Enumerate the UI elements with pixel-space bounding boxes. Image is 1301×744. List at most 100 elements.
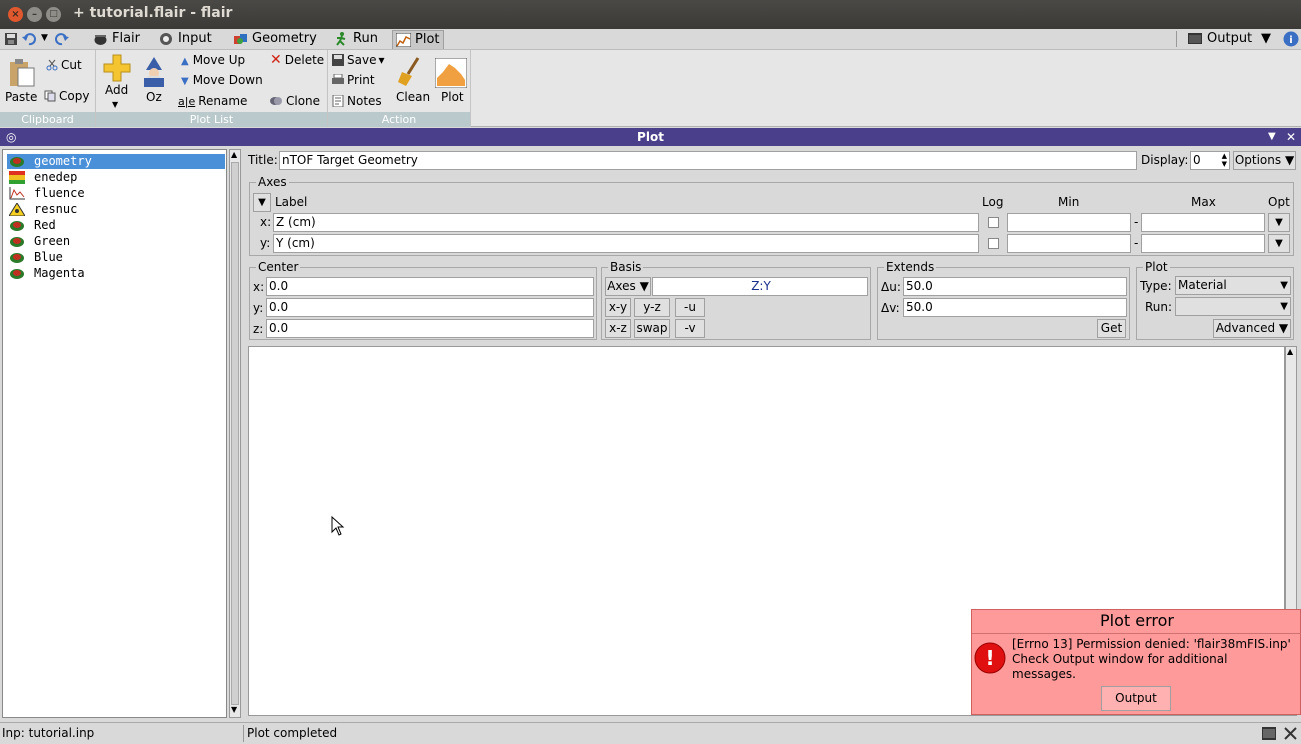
- extends-get-button[interactable]: Get: [1097, 319, 1126, 338]
- axis-y-label-input[interactable]: Y (cm): [273, 234, 979, 253]
- axis-x-opt-button[interactable]: ▼: [1268, 213, 1290, 232]
- clipboard-group-label: Clipboard: [0, 112, 95, 127]
- tab-input[interactable]: Input: [156, 30, 216, 49]
- plot-list-scrollbar[interactable]: ▲ ▼: [229, 149, 241, 718]
- plot-button[interactable]: Plot: [441, 90, 464, 104]
- scroll-down-icon[interactable]: ▼: [231, 705, 237, 714]
- scroll-thumb[interactable]: [231, 162, 239, 705]
- canvas-scroll-up-icon[interactable]: ▲: [1287, 347, 1293, 356]
- center-frame-title: Center: [256, 260, 301, 274]
- undo-icon[interactable]: [22, 32, 36, 46]
- center-z-input[interactable]: 0.0: [266, 319, 594, 338]
- tab-geometry[interactable]: Geometry: [230, 30, 317, 49]
- cut-button[interactable]: Cut: [46, 58, 82, 72]
- list-item[interactable]: Red: [7, 218, 225, 233]
- move-up-button[interactable]: ▲ Move Up: [181, 53, 245, 69]
- tab-output[interactable]: Output ▼: [1185, 30, 1275, 49]
- list-item[interactable]: Green: [7, 234, 225, 249]
- list-item[interactable]: geometry: [7, 154, 225, 169]
- tab-plot[interactable]: Plot: [392, 30, 444, 49]
- oz-wizard-icon[interactable]: [138, 56, 170, 88]
- maximize-window-button[interactable]: □: [46, 7, 61, 22]
- paste-icon[interactable]: [6, 58, 36, 88]
- axis-x-log-checkbox[interactable]: [988, 217, 999, 228]
- clean-button[interactable]: Clean: [396, 90, 430, 104]
- basis-value-field[interactable]: Z:Y: [652, 277, 868, 296]
- extends-dv-label: Δv:: [881, 301, 900, 315]
- center-y-input[interactable]: 0.0: [266, 298, 594, 317]
- spin-arrows-icon[interactable]: ▲ ▼: [1222, 152, 1227, 168]
- delete-button[interactable]: ✕ Delete: [270, 53, 324, 67]
- save-icon[interactable]: [4, 32, 18, 46]
- axis-y-log-checkbox[interactable]: [988, 238, 999, 249]
- plot-run-dropdown[interactable]: ▼: [1175, 297, 1291, 316]
- basis-axes-dropdown[interactable]: Axes ▼: [605, 277, 651, 296]
- list-item-label: enedep: [34, 170, 78, 184]
- axes-menu-button[interactable]: ▼: [253, 193, 271, 212]
- plot-list[interactable]: geometry enedep fluence resnuc Red Green…: [2, 149, 227, 718]
- panel-collapse-icon[interactable]: ▼: [1268, 128, 1276, 146]
- status-input-file: Inp: tutorial.inp: [2, 726, 95, 740]
- oz-button[interactable]: Oz: [146, 90, 162, 104]
- paste-button[interactable]: Paste: [5, 90, 37, 104]
- list-item[interactable]: resnuc: [7, 202, 225, 217]
- axis-y-max-input[interactable]: [1141, 234, 1265, 253]
- center-z-label: z:: [253, 322, 264, 336]
- basis-minus-v-button[interactable]: -v: [675, 319, 705, 338]
- plot-histogram-icon[interactable]: [435, 58, 467, 88]
- close-window-button[interactable]: ×: [8, 7, 23, 22]
- help-info-icon[interactable]: i: [1283, 31, 1299, 47]
- add-button[interactable]: Add: [105, 83, 128, 97]
- axis-y-opt-button[interactable]: ▼: [1268, 234, 1290, 253]
- print-button[interactable]: Print: [332, 73, 375, 87]
- clone-button[interactable]: Clone: [269, 94, 320, 108]
- basis-xy-button[interactable]: x-y: [605, 298, 631, 317]
- tools-status-icon[interactable]: [1283, 726, 1298, 741]
- plot-type-value: Material: [1178, 278, 1227, 292]
- undo-dropdown-icon[interactable]: ▼: [41, 33, 48, 43]
- display-spinbox[interactable]: 0 ▲ ▼: [1190, 151, 1230, 170]
- geometry-icon: [10, 157, 24, 167]
- title-input[interactable]: nTOF Target Geometry: [279, 151, 1137, 170]
- plot-type-dropdown[interactable]: Material ▼: [1175, 276, 1291, 295]
- list-item[interactable]: enedep: [7, 170, 225, 185]
- advanced-button[interactable]: Advanced ▼: [1213, 319, 1291, 338]
- axis-y-min-input[interactable]: [1007, 234, 1131, 253]
- minimize-window-button[interactable]: –: [27, 7, 42, 22]
- options-button[interactable]: Options ▼: [1233, 151, 1296, 170]
- basis-swap-button[interactable]: swap: [634, 319, 670, 338]
- add-dropdown-icon[interactable]: ▼: [112, 98, 118, 112]
- terminal-status-icon[interactable]: [1262, 727, 1276, 740]
- axis-x-max-input[interactable]: [1141, 213, 1265, 232]
- arrow-down-icon: ▼: [181, 76, 189, 87]
- add-plus-icon[interactable]: [102, 53, 132, 83]
- scroll-up-icon[interactable]: ▲: [231, 150, 237, 159]
- list-item[interactable]: Magenta: [7, 266, 225, 281]
- axis-x-min-input[interactable]: [1007, 213, 1131, 232]
- save-button[interactable]: Save ▾: [332, 53, 385, 67]
- extends-du-input[interactable]: 50.0: [903, 277, 1127, 296]
- list-item[interactable]: Blue: [7, 250, 225, 265]
- save-dropdown-icon[interactable]: ▾: [378, 53, 384, 67]
- axis-x-label-input[interactable]: Z (cm): [273, 213, 979, 232]
- notes-button[interactable]: Notes: [332, 94, 382, 108]
- redo-icon[interactable]: [55, 32, 69, 46]
- center-x-input[interactable]: 0.0: [266, 277, 594, 296]
- output-tab-separator: [1176, 31, 1177, 47]
- basis-minus-u-button[interactable]: -u: [675, 298, 705, 317]
- panel-close-icon[interactable]: ✕: [1286, 128, 1296, 146]
- output-dropdown-icon[interactable]: ▼: [1261, 30, 1271, 47]
- tab-run[interactable]: Run: [331, 30, 381, 49]
- rename-button[interactable]: a|e Rename: [178, 94, 247, 109]
- basis-xz-button[interactable]: x-z: [605, 319, 631, 338]
- tab-input-label: Input: [178, 31, 212, 46]
- error-output-button[interactable]: Output: [1101, 686, 1171, 711]
- extends-dv-input[interactable]: 50.0: [903, 298, 1127, 317]
- pin-icon[interactable]: ◎: [6, 128, 16, 146]
- basis-yz-button[interactable]: y-z: [634, 298, 670, 317]
- list-item[interactable]: fluence: [7, 186, 225, 201]
- broom-clean-icon[interactable]: [396, 56, 426, 86]
- copy-button[interactable]: Copy: [44, 89, 89, 103]
- move-down-button[interactable]: ▼ Move Down: [181, 73, 263, 89]
- tab-flair[interactable]: Flair: [90, 30, 142, 49]
